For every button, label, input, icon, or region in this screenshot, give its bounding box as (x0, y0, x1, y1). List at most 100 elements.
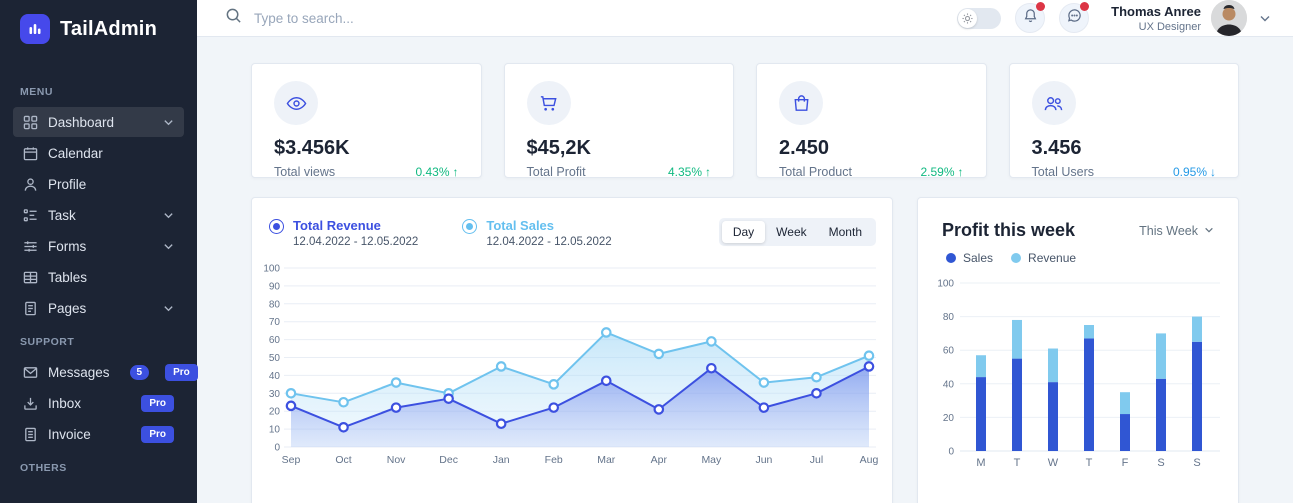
svg-text:90: 90 (269, 281, 281, 292)
stat-delta: 0.43%↑ (415, 165, 458, 179)
chat-bubble-icon (1067, 8, 1082, 28)
chevron-down-icon (1259, 12, 1271, 24)
svg-text:Nov: Nov (387, 454, 406, 466)
sidebar-item-inbox[interactable]: Inbox Pro (13, 388, 184, 418)
legend-total-revenue: Total Revenue 12.04.2022 - 12.05.2022 (269, 218, 418, 248)
svg-text:Aug: Aug (860, 454, 879, 466)
menu-section-label: MENU (20, 86, 177, 98)
chevron-down-icon (163, 241, 174, 252)
bag-icon (779, 81, 823, 125)
sidebar-item-calendar[interactable]: Calendar (13, 138, 184, 168)
logo[interactable]: TailAdmin (0, 0, 197, 56)
revenue-sales-area-chart: 0102030405060708090100SepOctNovDecJanFeb… (252, 253, 893, 503)
sidebar-item-forms[interactable]: Forms (13, 231, 184, 261)
sidebar-item-label: Task (48, 208, 76, 223)
stat-delta: 2.59%↑ (920, 165, 963, 179)
range-button-group: Day Week Month (719, 218, 876, 246)
sidebar-item-label: Forms (48, 239, 86, 254)
day-button[interactable]: Day (722, 221, 765, 243)
sidebar-item-label: Messages (48, 365, 110, 380)
week-select-dropdown[interactable]: This Week (1139, 224, 1214, 238)
stat-card-total-views: $3.456K Total views 0.43%↑ (251, 63, 482, 178)
stat-label: Total Product (779, 165, 852, 179)
pro-badge: Pro (165, 364, 198, 381)
dashboard-grid-icon (23, 115, 38, 130)
main-area: Thomas Anree UX Designer $3.456K (197, 0, 1293, 503)
notification-dot (1036, 2, 1045, 11)
sidebar-item-tables[interactable]: Tables (13, 262, 184, 292)
sidebar-item-label: Tables (48, 270, 87, 285)
chevron-down-icon (163, 303, 174, 314)
sidebar-item-invoice[interactable]: Invoice Pro (13, 419, 184, 449)
sidebar-item-profile[interactable]: Profile (13, 169, 184, 199)
header-controls: Thomas Anree UX Designer (957, 0, 1271, 36)
stat-value: 3.456 (1032, 137, 1217, 160)
sidebar-item-label: Inbox (48, 396, 81, 411)
svg-text:Jun: Jun (755, 454, 772, 466)
svg-text:Dec: Dec (439, 454, 458, 466)
radio-marker-icon (462, 219, 477, 234)
sidebar-item-task[interactable]: Task (13, 200, 184, 230)
stat-label: Total Users (1032, 165, 1095, 179)
week-button[interactable]: Week (765, 221, 817, 243)
stat-value: $3.456K (274, 137, 459, 160)
bell-icon (1023, 8, 1038, 28)
dark-mode-toggle[interactable] (957, 8, 1001, 29)
trend-up-icon: ↑ (453, 165, 459, 179)
cart-icon (527, 81, 571, 125)
support-section-label: SUPPORT (20, 336, 177, 348)
legend-total-sales: Total Sales 12.04.2022 - 12.05.2022 (462, 218, 611, 248)
user-icon (23, 177, 38, 192)
app-title: TailAdmin (60, 18, 157, 41)
svg-text:Mar: Mar (597, 454, 616, 466)
pro-badge: Pro (141, 426, 174, 443)
stat-card-total-profit: $45,2K Total Profit 4.35%↑ (504, 63, 735, 178)
svg-text:80: 80 (269, 299, 281, 310)
stat-card-total-users: 3.456 Total Users 0.95%↓ (1009, 63, 1240, 178)
messages-count-badge: 5 (130, 365, 150, 380)
pages-document-icon (23, 301, 38, 316)
sidebar-item-messages[interactable]: Messages 5 Pro (13, 357, 184, 387)
stat-label: Total views (274, 165, 335, 179)
search-input[interactable] (254, 11, 554, 26)
user-menu[interactable]: Thomas Anree UX Designer (1111, 0, 1271, 36)
svg-text:20: 20 (943, 413, 955, 424)
svg-text:Sep: Sep (282, 454, 301, 466)
svg-text:S: S (1193, 457, 1200, 469)
svg-text:0: 0 (948, 447, 954, 458)
svg-text:60: 60 (269, 335, 281, 346)
search-icon[interactable] (225, 7, 242, 29)
legend-revenue: Revenue (1011, 251, 1076, 265)
svg-text:May: May (701, 454, 722, 466)
avatar (1211, 0, 1247, 36)
month-button[interactable]: Month (818, 221, 873, 243)
stat-value: $45,2K (527, 137, 712, 160)
others-section-label: OTHERS (20, 462, 177, 474)
svg-text:10: 10 (269, 425, 281, 436)
messages-button[interactable] (1059, 3, 1089, 33)
revenue-sales-chart-card: Total Revenue 12.04.2022 - 12.05.2022 To… (251, 197, 893, 503)
svg-text:Feb: Feb (545, 454, 563, 466)
charts-row: Total Revenue 12.04.2022 - 12.05.2022 To… (251, 197, 1239, 503)
svg-text:60: 60 (943, 346, 955, 357)
trend-down-icon: ↓ (1210, 165, 1216, 179)
svg-text:100: 100 (263, 264, 280, 275)
svg-text:Apr: Apr (651, 454, 668, 466)
chevron-down-icon (163, 117, 174, 128)
user-name: Thomas Anree (1111, 4, 1201, 19)
sidebar-item-pages[interactable]: Pages (13, 293, 184, 323)
task-list-icon (23, 208, 38, 223)
sidebar-item-dashboard[interactable]: Dashboard (13, 107, 184, 137)
calendar-icon (23, 146, 38, 161)
stat-delta: 0.95%↓ (1173, 165, 1216, 179)
stat-card-total-product: 2.450 Total Product 2.59%↑ (756, 63, 987, 178)
svg-text:Jan: Jan (493, 454, 510, 466)
bar-chart-legend: Sales Revenue (918, 241, 1238, 265)
notifications-button[interactable] (1015, 3, 1045, 33)
chevron-down-icon (1204, 224, 1214, 238)
svg-text:Oct: Oct (335, 454, 351, 466)
sidebar-nav: MENU Dashboard Calendar Profile (0, 86, 197, 474)
svg-text:40: 40 (269, 371, 281, 382)
svg-text:W: W (1048, 457, 1059, 469)
svg-text:Jul: Jul (810, 454, 823, 466)
